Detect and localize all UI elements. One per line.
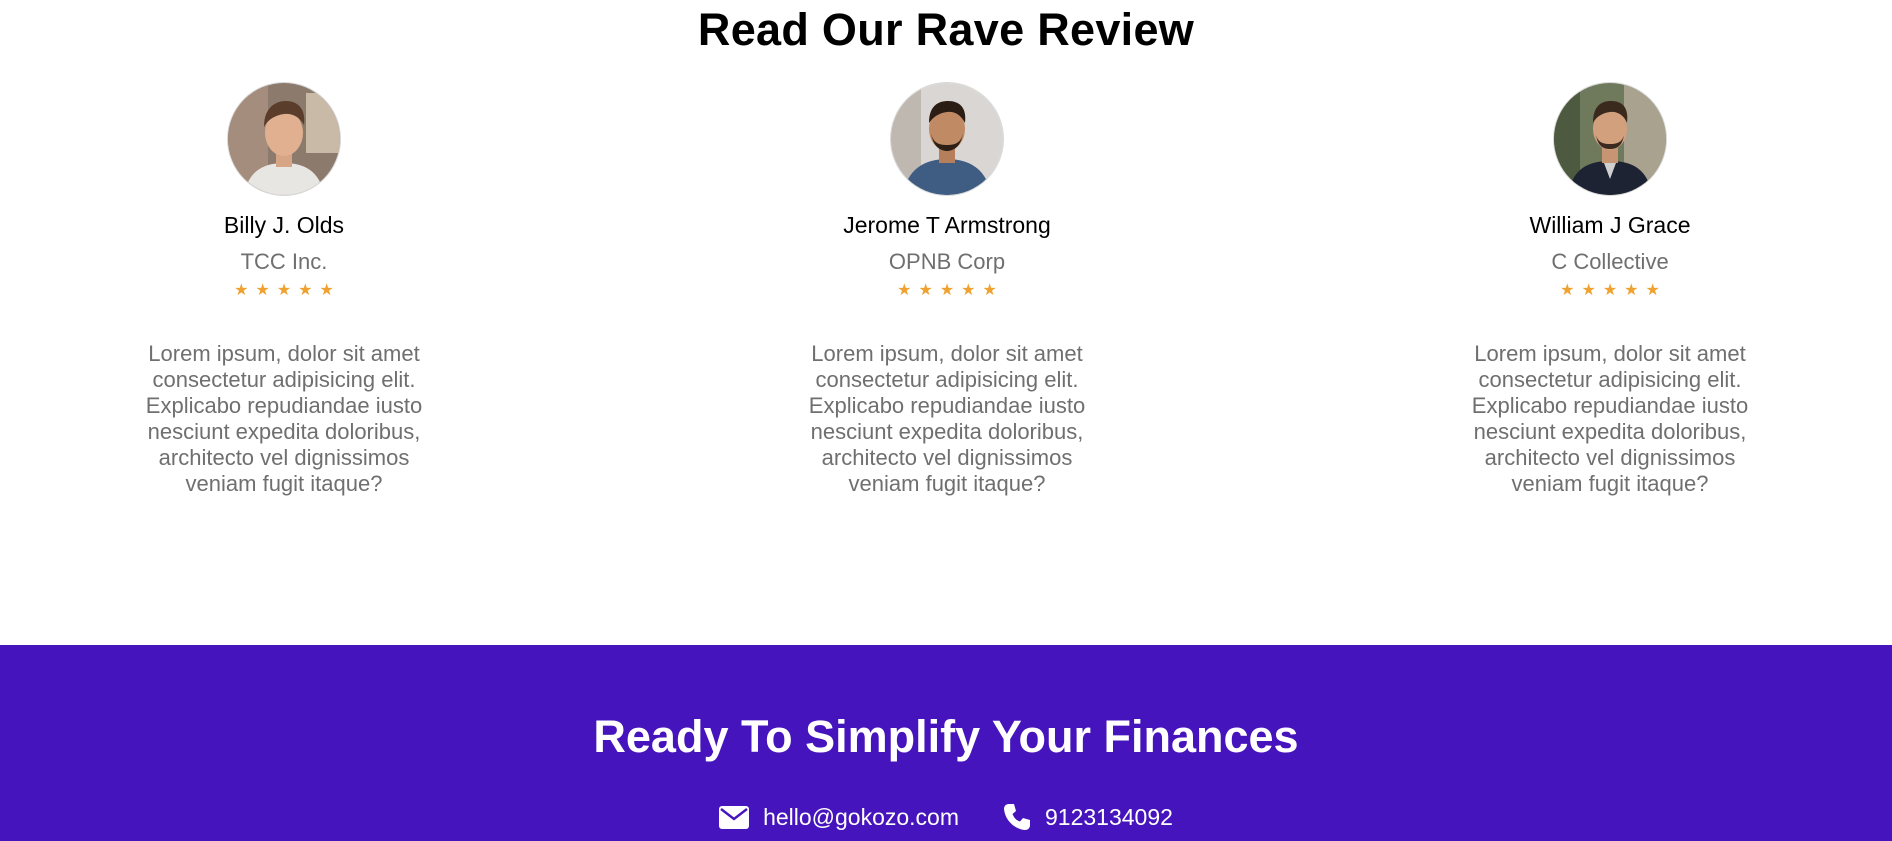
reviewer-name: Billy J. Olds: [223, 212, 345, 238]
star-rating: ★★★★★: [897, 282, 1004, 299]
email-link[interactable]: hello@gokozo.com: [763, 804, 959, 831]
cta-title: Ready To Simplify Your Finances: [593, 711, 1299, 762]
review-card: Jerome T Armstrong OPNB Corp ★★★★★ Lorem…: [787, 82, 1107, 497]
phone-icon: [1004, 804, 1031, 830]
phone-number[interactable]: 9123134092: [1045, 804, 1173, 831]
review-card: William J Grace C Collective ★★★★★ Lorem…: [1450, 82, 1770, 497]
email-contact[interactable]: hello@gokozo.com: [719, 804, 959, 831]
reviewer-name: Jerome T Armstrong: [843, 212, 1051, 238]
reviewer-name: William J Grace: [1529, 212, 1691, 238]
reviews-section: Read Our Rave Review Billy J. Olds TCC I…: [0, 0, 1892, 645]
reviewer-company: C Collective: [1551, 249, 1669, 274]
phone-contact[interactable]: 9123134092: [1003, 803, 1173, 831]
contact-row: hello@gokozo.com 9123134092: [0, 803, 1892, 831]
review-card: Billy J. Olds TCC Inc. ★★★★★ Lorem ipsum…: [124, 82, 444, 497]
review-text: Lorem ipsum, dolor sit amet consectetur …: [145, 341, 423, 496]
star-rating: ★★★★★: [1560, 282, 1667, 299]
star-rating: ★★★★★: [234, 282, 341, 299]
avatar: [1553, 82, 1667, 196]
cta-banner: Ready To Simplify Your Finances hello@go…: [0, 645, 1892, 841]
avatar: [227, 82, 341, 196]
review-text: Lorem ipsum, dolor sit amet consectetur …: [1471, 341, 1749, 496]
reviewer-company: TCC Inc.: [240, 249, 328, 274]
review-text: Lorem ipsum, dolor sit amet consectetur …: [808, 341, 1086, 496]
avatar: [890, 82, 1004, 196]
reviews-title: Read Our Rave Review: [697, 4, 1195, 55]
envelope-icon: [719, 805, 750, 829]
reviewer-company: OPNB Corp: [888, 249, 1006, 274]
